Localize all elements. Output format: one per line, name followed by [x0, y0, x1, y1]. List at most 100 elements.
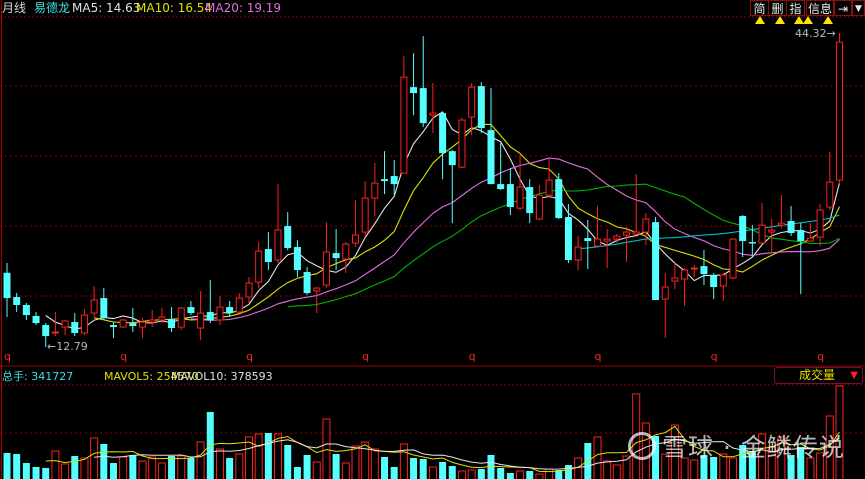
candlestick [623, 227, 631, 263]
volume-bar [410, 457, 418, 479]
candlestick [564, 204, 572, 264]
candle-body [264, 249, 272, 263]
candle-body [148, 319, 156, 323]
volume-bar [157, 462, 166, 479]
high-price-label: 44.32→ [795, 27, 836, 40]
expand-button[interactable]: ⇥ [834, 0, 852, 16]
candle-body [593, 238, 601, 247]
candle-body [303, 272, 311, 294]
volume-bar [564, 464, 572, 479]
candlestick [129, 308, 137, 333]
volume-bar [399, 443, 408, 479]
candle-body [42, 325, 50, 337]
volume-bar [497, 467, 505, 479]
candlestick [322, 222, 330, 289]
candle-body [787, 221, 795, 234]
candle-body [719, 274, 727, 287]
indicator-selector-label: 成交量 [799, 368, 836, 382]
volume-bar [341, 462, 350, 479]
triangle-marker-icon [803, 16, 813, 24]
info-button[interactable]: 信息 [806, 0, 834, 16]
volume-bar [42, 467, 50, 479]
candle-body [477, 86, 485, 129]
candlestick [603, 229, 611, 269]
candlestick [177, 307, 185, 331]
candle-body [748, 242, 756, 244]
volume-bar [448, 465, 456, 479]
candlestick [3, 263, 11, 318]
year-marker: q [362, 350, 369, 363]
candle-body [71, 322, 79, 334]
candlestick [690, 265, 698, 278]
candle-body [226, 307, 234, 314]
volume-bar [51, 450, 60, 479]
candlestick [51, 312, 59, 337]
candle-body [468, 86, 476, 118]
candle-body [3, 272, 11, 299]
candle-body [158, 316, 166, 321]
candlestick [148, 310, 156, 328]
candle-body [448, 151, 456, 166]
candle-body [797, 230, 805, 242]
volume-bar [303, 454, 311, 479]
volume-bar [13, 453, 21, 479]
candle-body [526, 187, 534, 214]
candlestick [458, 118, 466, 169]
candle-body [245, 282, 253, 298]
volume-bar [168, 455, 176, 479]
candlestick [351, 200, 359, 248]
candlestick [293, 240, 301, 278]
candlestick [710, 273, 718, 300]
indicator-button[interactable]: 指 [786, 0, 805, 16]
candlestick [313, 287, 321, 314]
candle-body [390, 176, 398, 185]
candlestick [739, 215, 747, 258]
candle-body [100, 298, 108, 319]
candlestick [13, 293, 21, 313]
triangle-marker-icon [755, 16, 765, 24]
candle-body [729, 238, 737, 279]
volume-bar [215, 448, 224, 479]
candle-body [584, 238, 592, 242]
candlestick [206, 280, 214, 324]
candlestick [545, 159, 553, 198]
candle-body [623, 231, 631, 236]
volume-bar [61, 463, 70, 479]
watermark: 雪球 · 金鳞传说 [628, 428, 845, 464]
volume-bar [526, 470, 534, 479]
candlestick [671, 263, 679, 290]
candlestick [777, 195, 785, 229]
stock-name: 易德龙 [34, 1, 71, 15]
candlestick [700, 250, 708, 286]
indicator-selector[interactable]: 成交量 ▼ [774, 367, 863, 384]
stock-chart[interactable]: qqqqqqqq [0, 0, 865, 479]
year-markers: qqqqqqqq [4, 350, 824, 363]
volume-bar [3, 452, 11, 479]
candle-body [564, 217, 572, 261]
candlestick [497, 143, 505, 191]
triangle-marker-icon [775, 16, 785, 24]
candlestick [71, 313, 79, 337]
volume-bar [535, 473, 544, 479]
candlestick [661, 273, 669, 339]
dropdown-button[interactable]: ▼ [852, 0, 865, 16]
candlestick [526, 179, 534, 224]
candlestick [719, 273, 727, 302]
simple-button[interactable]: 简 [750, 0, 769, 16]
candlestick [768, 219, 776, 254]
candle-body [80, 314, 88, 334]
candle-body [342, 243, 350, 260]
volume-bar [612, 464, 621, 479]
candlestick [652, 217, 660, 301]
candlestick [361, 181, 369, 238]
candlestick [506, 168, 514, 216]
candlesticks [3, 33, 843, 347]
volume-bar [196, 441, 205, 479]
volume-bar [284, 444, 292, 479]
chevron-down-icon: ▼ [855, 4, 862, 14]
volume-bar [187, 457, 195, 479]
candlestick [826, 152, 834, 211]
ma30-line [287, 183, 840, 308]
year-marker: q [469, 350, 476, 363]
delete-button[interactable]: 删 [768, 0, 787, 16]
